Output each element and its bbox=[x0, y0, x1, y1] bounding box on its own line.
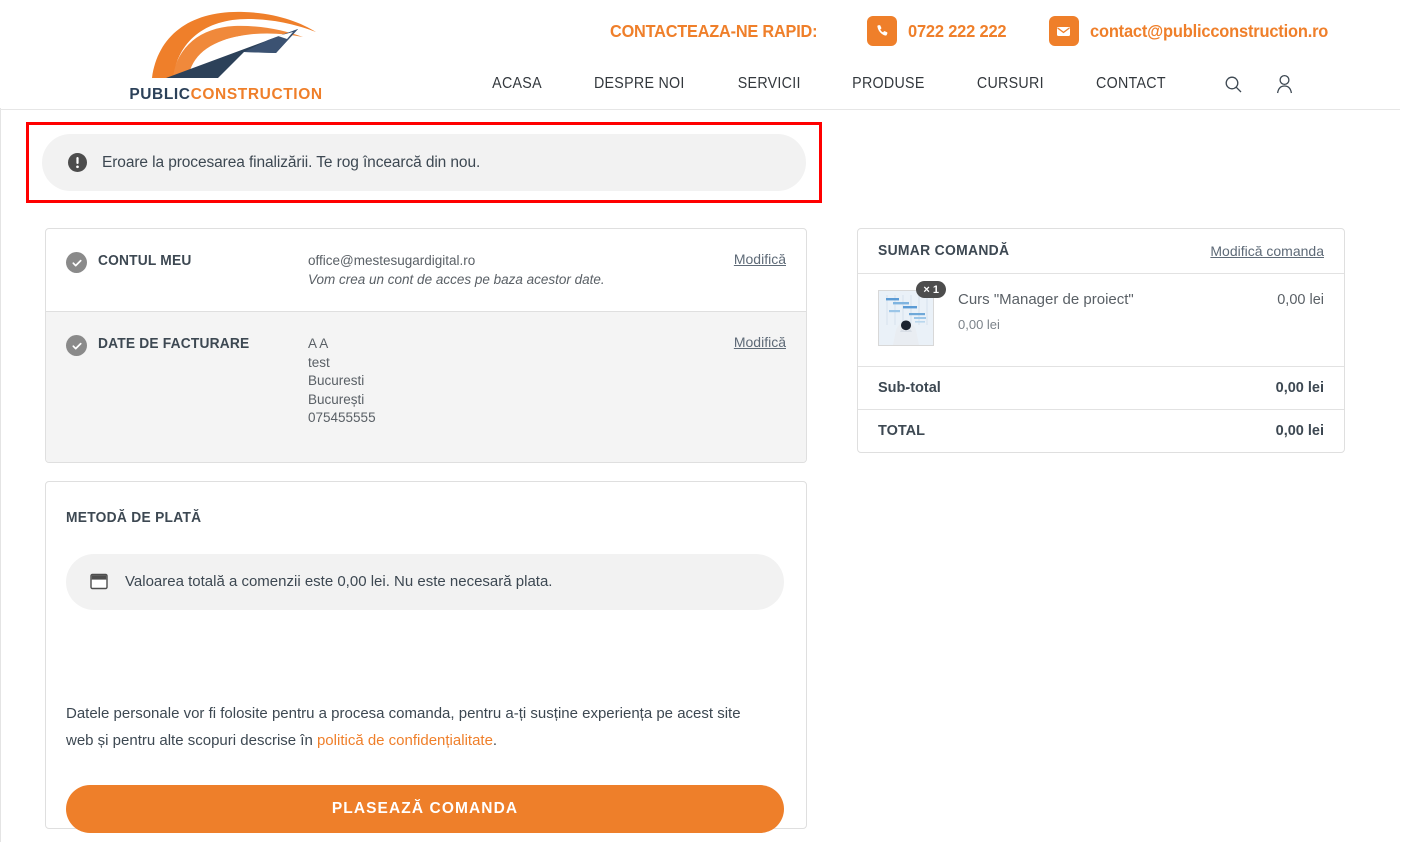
logo-wordmark: PUBLICCONSTRUCTION bbox=[128, 86, 324, 104]
page-left-rule bbox=[0, 108, 1, 842]
order-summary-title: SUMAR COMANDĂ bbox=[878, 243, 1010, 259]
account-email: office@mestesugardigital.ro bbox=[308, 253, 476, 268]
billing-line: A A bbox=[308, 336, 329, 351]
checkout-right-column: SUMAR COMANDĂ Modifică comanda × 1 Curs … bbox=[857, 228, 1345, 453]
card-icon bbox=[90, 573, 108, 590]
payment-not-required-note: Valoarea totală a comenzii este 0,00 lei… bbox=[66, 553, 784, 610]
header-contact-bar: CONTACTEAZA-NE RAPID: 0722 222 222 conta… bbox=[610, 16, 1343, 46]
place-order-button[interactable]: PLASEAZĂ COMANDA bbox=[66, 784, 784, 833]
header-phone[interactable]: 0722 222 222 bbox=[866, 16, 1013, 46]
nav-item-produse[interactable]: PRODUSE bbox=[852, 75, 924, 93]
subtotal-value: 0,00 lei bbox=[1275, 380, 1324, 396]
contact-label: CONTACTEAZA-NE RAPID: bbox=[610, 20, 818, 41]
order-total-row: TOTAL 0,00 lei bbox=[858, 410, 1344, 452]
privacy-notice: Datele personale vor fi folosite pentru … bbox=[66, 700, 766, 754]
billing-line: test bbox=[308, 354, 330, 370]
payment-method-title: METODĂ DE PLATĂ bbox=[66, 509, 202, 526]
billing-line: București bbox=[308, 391, 365, 407]
phone-number: 0722 222 222 bbox=[907, 20, 1007, 41]
check-circle-icon bbox=[66, 252, 87, 273]
order-summary-card: SUMAR COMANDĂ Modifică comanda × 1 Curs … bbox=[857, 228, 1345, 453]
billing-section: DATE DE FACTURARE A A test Bucuresti Buc… bbox=[46, 311, 806, 462]
edit-order-link[interactable]: Modifică comanda bbox=[1210, 243, 1324, 259]
course-project-manager-thumbnail[interactable] bbox=[878, 290, 934, 346]
exclamation-circle-icon bbox=[68, 153, 87, 172]
billing-section-body: A A test Bucuresti București 075455555 bbox=[308, 334, 784, 428]
billing-section-title: DATE DE FACTURARE bbox=[98, 336, 250, 352]
account-note: Vom crea un cont de acces pe baza acesto… bbox=[308, 271, 605, 287]
logo-mark-icon bbox=[152, 11, 316, 79]
billing-line: Bucuresti bbox=[308, 373, 365, 388]
order-item-name: Curs "Manager de proiect" bbox=[958, 291, 1134, 308]
account-edit-link[interactable]: Modifică bbox=[734, 251, 786, 267]
phone-icon bbox=[866, 16, 897, 46]
check-circle-icon bbox=[66, 335, 87, 356]
account-billing-card: CONTUL MEU office@mestesugardigital.ro V… bbox=[45, 228, 807, 463]
order-summary-header: SUMAR COMANDĂ Modifică comanda bbox=[858, 229, 1344, 274]
order-item-quantity-badge: × 1 bbox=[916, 281, 946, 299]
account-section: CONTUL MEU office@mestesugardigital.ro V… bbox=[46, 229, 806, 311]
site-header: PUBLICCONSTRUCTION CONTACTEAZA-NE RAPID:… bbox=[0, 0, 1400, 110]
privacy-policy-link[interactable]: politică de confidențialitate bbox=[317, 732, 493, 749]
order-subtotal-row: Sub-total 0,00 lei bbox=[858, 367, 1344, 410]
subtotal-label: Sub-total bbox=[878, 380, 941, 396]
header-icon-group bbox=[1224, 74, 1294, 94]
total-value: 0,00 lei bbox=[1275, 423, 1324, 439]
logo-word-construction: CONSTRUCTION bbox=[190, 86, 323, 103]
search-icon[interactable] bbox=[1224, 75, 1243, 94]
order-item-line-total: 0,00 lei bbox=[1277, 292, 1324, 308]
privacy-text-after: . bbox=[492, 731, 498, 749]
order-item-unit-price: 0,00 lei bbox=[958, 317, 1000, 332]
account-section-head: CONTUL MEU bbox=[66, 251, 308, 289]
billing-line: 075455555 bbox=[308, 410, 376, 425]
main-navigation: ACASA DESPRE NOI SERVICII PRODUSE CURSUR… bbox=[490, 74, 1294, 94]
nav-item-despre-noi[interactable]: DESPRE NOI bbox=[594, 75, 685, 93]
billing-section-head: DATE DE FACTURARE bbox=[66, 334, 308, 428]
account-section-title: CONTUL MEU bbox=[98, 253, 192, 269]
total-label: TOTAL bbox=[878, 423, 925, 439]
nav-item-servicii[interactable]: SERVICII bbox=[737, 75, 800, 93]
site-logo[interactable]: PUBLICCONSTRUCTION bbox=[128, 8, 324, 104]
payment-method-card: METODĂ DE PLATĂ Valoarea totală a comenz… bbox=[45, 480, 807, 833]
nav-item-cursuri[interactable]: CURSURI bbox=[977, 75, 1044, 93]
order-item-thumbnail-wrap: × 1 bbox=[878, 281, 946, 346]
user-account-icon[interactable] bbox=[1275, 74, 1294, 94]
email-address: contact@publicconstruction.ro bbox=[1089, 20, 1328, 41]
account-section-body: office@mestesugardigital.ro Vom crea un … bbox=[308, 251, 784, 289]
checkout-left-column: CONTUL MEU office@mestesugardigital.ro V… bbox=[45, 228, 807, 833]
nav-item-acasa[interactable]: ACASA bbox=[492, 75, 542, 93]
billing-edit-link[interactable]: Modifică bbox=[734, 334, 786, 350]
error-banner: Eroare la procesarea finalizării. Te rog… bbox=[42, 134, 806, 191]
payment-note-text: Valoarea totală a comenzii este 0,00 lei… bbox=[125, 573, 553, 590]
error-message: Eroare la procesarea finalizării. Te rog… bbox=[102, 153, 481, 171]
header-email[interactable]: contact@publicconstruction.ro bbox=[1048, 16, 1343, 46]
order-item-details: Curs "Manager de proiect" 0,00 lei bbox=[958, 290, 1277, 332]
mail-icon bbox=[1048, 16, 1079, 46]
order-item-row: × 1 Curs "Manager de proiect" 0,00 lei 0… bbox=[858, 274, 1344, 367]
logo-word-public: PUBLIC bbox=[129, 86, 191, 103]
nav-item-contact[interactable]: CONTACT bbox=[1096, 75, 1166, 93]
